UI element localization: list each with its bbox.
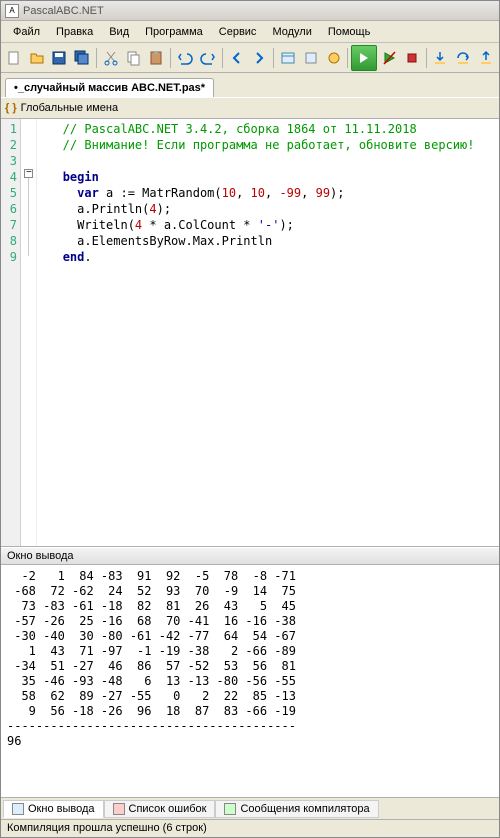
errors-tab-label: Список ошибок <box>129 803 207 815</box>
window-title: PascalABC.NET <box>23 5 104 17</box>
tool-a-button[interactable] <box>300 47 322 69</box>
status-text: Компиляция прошла успешно (6 строк) <box>7 822 207 834</box>
new-file-button[interactable] <box>3 47 25 69</box>
undo-button[interactable] <box>174 47 196 69</box>
menu-view[interactable]: Вид <box>101 23 137 41</box>
line-number: 4 <box>1 169 17 185</box>
output-tab-icon <box>12 803 24 815</box>
toolbar-separator <box>96 48 97 68</box>
menu-modules[interactable]: Модули <box>264 23 319 41</box>
code-line[interactable]: var a := MatrRandom(10, 10, -99, 99); <box>41 185 495 201</box>
code-line[interactable]: a.Println(4); <box>41 201 495 217</box>
code-line[interactable]: // Внимание! Если программа не работает,… <box>41 137 495 153</box>
redo-button[interactable] <box>197 47 219 69</box>
menu-help[interactable]: Помощь <box>320 23 379 41</box>
cut-button[interactable] <box>100 47 122 69</box>
line-number: 1 <box>1 121 17 137</box>
tool-b-button[interactable] <box>323 47 345 69</box>
run-button[interactable] <box>351 45 377 71</box>
fold-line <box>28 178 29 256</box>
line-number: 2 <box>1 137 17 153</box>
save-all-button[interactable] <box>71 47 93 69</box>
line-number: 6 <box>1 201 17 217</box>
nav-fwd-button[interactable] <box>248 47 270 69</box>
step-over-button[interactable] <box>452 47 474 69</box>
save-button[interactable] <box>49 47 71 69</box>
menu-service[interactable]: Сервис <box>211 23 265 41</box>
code-line[interactable] <box>41 153 495 169</box>
line-number: 5 <box>1 185 17 201</box>
line-number: 7 <box>1 217 17 233</box>
bottom-tabbar: Окно вывода Список ошибок Сообщения комп… <box>1 797 499 819</box>
tab-errors[interactable]: Список ошибок <box>104 800 216 818</box>
toolbar <box>1 43 499 73</box>
copy-button[interactable] <box>123 47 145 69</box>
toolbar-separator <box>222 48 223 68</box>
menu-edit[interactable]: Правка <box>48 23 101 41</box>
code-editor[interactable]: 123456789 // PascalABC.NET 3.4.2, сборка… <box>1 119 499 547</box>
app-icon: A <box>5 4 19 18</box>
nav-back-button[interactable] <box>226 47 248 69</box>
step-out-button[interactable] <box>475 47 497 69</box>
code-line[interactable]: Writeln(4 * a.ColCount * '-'); <box>41 217 495 233</box>
compiler-tab-icon <box>224 803 236 815</box>
toolbar-separator <box>426 48 427 68</box>
line-number: 3 <box>1 153 17 169</box>
statusbar: Компиляция прошла успешно (6 строк) <box>1 819 499 837</box>
output-tab-label: Окно вывода <box>28 803 95 815</box>
code-line[interactable]: begin <box>41 169 495 185</box>
tab-compiler[interactable]: Сообщения компилятора <box>215 800 378 818</box>
line-number: 9 <box>1 249 17 265</box>
document-tabbar: •_случайный массив ABC.NET.pas* <box>1 73 499 97</box>
scope-icon: { } <box>5 102 17 114</box>
toolbar-separator <box>170 48 171 68</box>
stop-button[interactable] <box>401 47 423 69</box>
code-line[interactable]: a.ElementsByRow.Max.Println <box>41 233 495 249</box>
scope-bar: { } Глобальные имена <box>1 97 499 119</box>
fold-toggle-icon[interactable] <box>24 169 33 178</box>
compiler-tab-label: Сообщения компилятора <box>240 803 369 815</box>
toolbar-separator <box>347 48 348 68</box>
output-area[interactable]: -2 1 84 -83 91 92 -5 78 -8 -71 -68 72 -6… <box>1 565 499 797</box>
properties-button[interactable] <box>277 47 299 69</box>
menu-program[interactable]: Программа <box>137 23 211 41</box>
tab-output[interactable]: Окно вывода <box>3 800 104 818</box>
run-no-debug-button[interactable] <box>378 47 400 69</box>
open-file-button[interactable] <box>26 47 48 69</box>
code-line[interactable]: end. <box>41 249 495 265</box>
code-area[interactable]: // PascalABC.NET 3.4.2, сборка 1864 от 1… <box>37 119 499 546</box>
line-number: 8 <box>1 233 17 249</box>
document-tab[interactable]: •_случайный массив ABC.NET.pas* <box>5 78 214 97</box>
line-gutter: 123456789 <box>1 119 21 546</box>
toolbar-separator <box>273 48 274 68</box>
fold-column <box>21 119 37 546</box>
step-into-button[interactable] <box>430 47 452 69</box>
scope-label[interactable]: Глобальные имена <box>21 102 119 114</box>
titlebar: A PascalABC.NET <box>1 1 499 21</box>
code-line[interactable]: // PascalABC.NET 3.4.2, сборка 1864 от 1… <box>41 121 495 137</box>
errors-tab-icon <box>113 803 125 815</box>
paste-button[interactable] <box>145 47 167 69</box>
menubar: Файл Правка Вид Программа Сервис Модули … <box>1 21 499 43</box>
output-pane-title: Окно вывода <box>1 547 499 565</box>
menu-file[interactable]: Файл <box>5 23 48 41</box>
